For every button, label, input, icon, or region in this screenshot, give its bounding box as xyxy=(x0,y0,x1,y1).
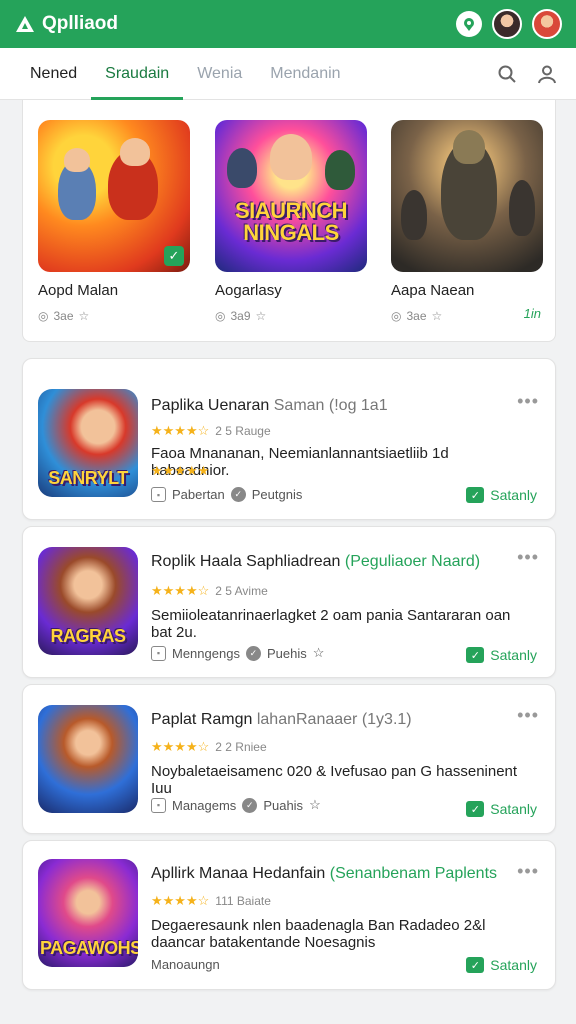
item-rating: ★★★★☆ 2 2 Rniee xyxy=(151,739,267,754)
check-icon: ✓ xyxy=(466,801,485,817)
user-icon[interactable] xyxy=(536,63,558,85)
item-title: Paplika Uenaran Saman (!og 1a1 xyxy=(151,397,388,414)
check-icon: ✓ xyxy=(466,957,485,973)
item-title: Roplik Haala Saphliadrean (Peguliaoer Na… xyxy=(151,553,481,570)
app-icon[interactable] xyxy=(38,705,138,813)
item-description: Degaeresaunk nlen baadenagla Ban Radadeo… xyxy=(151,917,486,951)
featured-game-count: 3ae xyxy=(53,309,74,323)
featured-game-name: Aogarlasy xyxy=(215,282,282,299)
game-thumbnail[interactable]: SIAURNCH NINGALS xyxy=(215,120,367,272)
chat-icon: ◎ xyxy=(215,309,226,323)
more-options-icon[interactable]: ••• xyxy=(517,861,539,882)
app-icon[interactable]: SANRYLT xyxy=(38,389,138,497)
check-circle-icon: ✓ xyxy=(245,645,261,661)
item-description: Semiioleatanrinaerlagket 2 oam pania San… xyxy=(151,607,511,641)
item-title: Apllirk Manaa Hedanfain (Senanbenam Papl… xyxy=(151,865,498,882)
tab-mendanin[interactable]: Mendanin xyxy=(256,48,354,100)
checkbox-icon: ▪ xyxy=(151,487,166,502)
tab-bar: Nened Sraudain Wenia Mendanin xyxy=(0,48,576,100)
item-rating: ★★★★☆ 2 5 Rauge xyxy=(151,423,271,438)
item-meta: ▪ Menngengs ✓ Puehis ☆ xyxy=(151,645,324,661)
verified-icon: ✓ xyxy=(164,246,184,266)
safety-badge: ✓ Satanly xyxy=(466,487,537,503)
item-meta: ▪ Pabertan ✓ Peutgnis xyxy=(151,487,302,502)
safety-badge: ✓ Satanly xyxy=(466,957,537,973)
app-title: Qplliaod xyxy=(42,13,118,34)
featured-game-count: 3ae xyxy=(406,309,427,323)
check-icon: ✓ xyxy=(466,487,485,503)
safety-badge: ✓ Satanly xyxy=(466,801,537,817)
checkbox-icon: ▪ xyxy=(151,797,166,813)
item-meta: ▪ Managems ✓ Puahis ☆ xyxy=(151,797,321,813)
avatar[interactable] xyxy=(532,9,562,39)
check-circle-icon: ✓ xyxy=(242,797,258,813)
app-logo-icon[interactable] xyxy=(14,13,36,35)
star-outline-icon: ☆ xyxy=(312,645,325,660)
star-outline-icon: ☆ xyxy=(309,797,321,812)
featured-more-link[interactable]: 1in xyxy=(524,306,541,321)
list-item[interactable]: PAGAWOHS Apllirk Manaa Hedanfain (Senanb… xyxy=(22,840,556,990)
list-item[interactable]: SANRYLT Paplika Uenaran Saman (!og 1a1 •… xyxy=(22,358,556,520)
tab-nened[interactable]: Nened xyxy=(14,48,91,100)
tab-sraudain[interactable]: Sraudain xyxy=(91,48,184,100)
check-icon: ✓ xyxy=(466,647,485,663)
item-description: Noybaletaeisamenc 020 & Ivefusao pan G h… xyxy=(151,763,518,797)
item-meta: Manoaungn xyxy=(151,957,220,972)
featured-game[interactable]: SIAURNCH NINGALS Aogarlasy ◎ 3a9 ☆ xyxy=(215,120,367,323)
safety-badge: ✓ Satanly xyxy=(466,647,537,663)
featured-section: ✓ Aopd Malan ◎ 3ae ☆ SIAURNCH NINGALS Ao… xyxy=(22,100,556,342)
list-item[interactable]: RAGRAS Roplik Haala Saphliadrean (Peguli… xyxy=(22,526,556,678)
star-rating-icon: ★★★★★ xyxy=(151,463,210,478)
check-circle-icon: ✓ xyxy=(230,487,246,502)
game-thumbnail[interactable] xyxy=(391,120,543,272)
search-icon[interactable] xyxy=(496,63,518,85)
more-options-icon[interactable]: ••• xyxy=(517,391,539,412)
app-icon[interactable]: RAGRAS xyxy=(38,547,138,655)
more-options-icon[interactable]: ••• xyxy=(517,705,539,726)
featured-game-name: Aopd Malan xyxy=(38,282,119,299)
star-outline-icon: ☆ xyxy=(78,309,90,323)
star-outline-icon: ☆ xyxy=(431,309,443,323)
chat-icon: ◎ xyxy=(38,309,49,323)
star-rating-icon: ★★★★☆ xyxy=(151,423,210,438)
featured-game[interactable]: ✓ Aopd Malan ◎ 3ae ☆ xyxy=(38,120,190,323)
chat-icon: ◎ xyxy=(391,309,402,323)
item-rating: ★★★★☆ 111 Baiate xyxy=(151,893,271,908)
star-outline-icon: ☆ xyxy=(255,309,267,323)
star-rating-icon: ★★★★☆ xyxy=(151,739,210,754)
avatar[interactable] xyxy=(492,9,522,39)
item-title: Paplat Ramgn lahanRanaaer (1y3.1) xyxy=(151,711,412,728)
list-item[interactable]: Paplat Ramgn lahanRanaaer (1y3.1) ••• ★★… xyxy=(22,684,556,834)
featured-game-name: Aapa Naean xyxy=(391,282,475,299)
checkbox-icon: ▪ xyxy=(151,645,166,661)
featured-game[interactable]: Aapa Naean ◎ 3ae ☆ xyxy=(391,120,543,323)
star-rating-icon: ★★★★☆ xyxy=(151,583,210,598)
star-rating-icon: ★★★★☆ xyxy=(151,893,210,908)
app-icon[interactable]: PAGAWOHS xyxy=(38,859,138,967)
tab-wenia[interactable]: Wenia xyxy=(183,48,256,100)
featured-game-count: 3a9 xyxy=(230,309,251,323)
app-bar: Qplliaod xyxy=(0,0,576,48)
more-options-icon[interactable]: ••• xyxy=(517,547,539,568)
icon-title-art: RAGRAS xyxy=(50,626,126,646)
icon-title-art: PAGAWOHS xyxy=(40,938,138,958)
game-title-art: SIAURNCH NINGALS xyxy=(234,198,348,245)
location-pin-icon[interactable] xyxy=(456,11,482,37)
item-rating: ★★★★☆ 2 5 Avime xyxy=(151,583,268,598)
icon-title-art: SANRYLT xyxy=(48,468,128,488)
game-thumbnail[interactable]: ✓ xyxy=(38,120,190,272)
